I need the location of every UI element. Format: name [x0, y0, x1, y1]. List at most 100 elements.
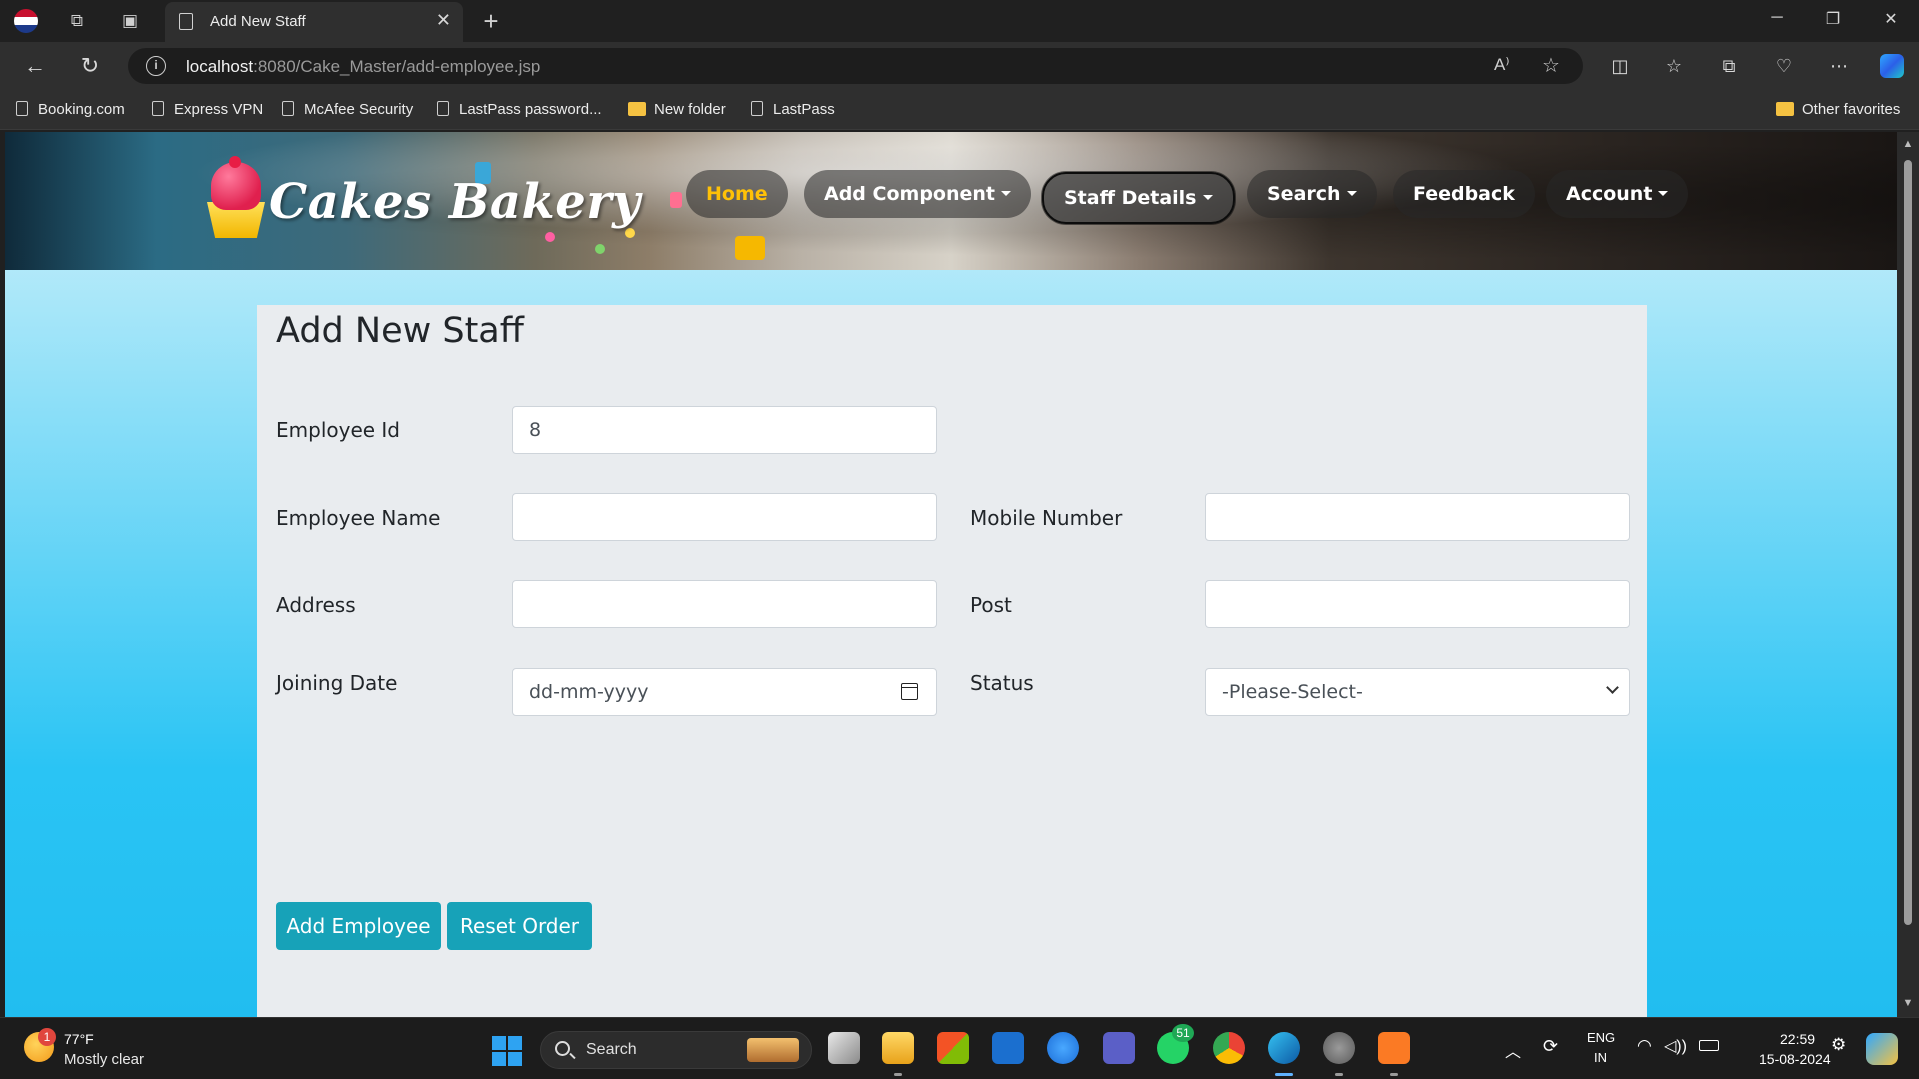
weather-temperature[interactable]: 77°F [64, 1031, 94, 1047]
mobile-number-label: Mobile Number [970, 506, 1123, 530]
profile-icon[interactable] [14, 9, 40, 33]
add-employee-button[interactable]: Add Employee [276, 902, 441, 950]
address-bar[interactable]: i localhost:8080/Cake_Master/add-employe… [128, 48, 1583, 84]
bookmark-new-folder[interactable]: New folder [628, 101, 726, 118]
browser-toolbar: ← ↻ i localhost:8080/Cake_Master/add-emp… [0, 42, 1919, 90]
nav-feedback-label: Feedback [1413, 183, 1515, 205]
teams-icon[interactable] [1103, 1032, 1135, 1064]
language-top[interactable]: ENG [1587, 1030, 1615, 1045]
weather-description[interactable]: Mostly clear [64, 1051, 144, 1068]
scroll-down-icon[interactable]: ▼ [1902, 997, 1914, 1009]
whatsapp-badge: 51 [1172, 1024, 1194, 1042]
status-selected-value: -Please-Select- [1222, 681, 1363, 703]
bookmark-booking[interactable]: Booking.com [16, 101, 125, 118]
active-indicator [1275, 1073, 1293, 1076]
myhp-icon[interactable] [992, 1032, 1024, 1064]
language-bottom[interactable]: IN [1594, 1050, 1607, 1065]
nav-add-component[interactable]: Add Component [804, 170, 1031, 218]
nav-staff-details[interactable]: Staff Details [1042, 172, 1235, 224]
browser-essentials-icon[interactable]: ♡ [1770, 53, 1798, 79]
calendar-icon[interactable] [901, 683, 918, 700]
notifications-icon[interactable]: ⚙ [1831, 1035, 1846, 1055]
scroll-up-icon[interactable]: ▲ [1902, 138, 1914, 150]
employee-name-input[interactable] [512, 493, 937, 541]
running-indicator [1390, 1073, 1398, 1076]
joining-date-input[interactable]: dd-mm-yyyy [512, 668, 937, 716]
settings-icon[interactable] [1323, 1032, 1355, 1064]
battery-icon[interactable] [1699, 1040, 1719, 1051]
mobile-number-input[interactable] [1205, 493, 1630, 541]
nav-account-label: Account [1566, 183, 1653, 205]
minimize-icon[interactable]: ─ [1762, 9, 1792, 27]
favorite-star-icon[interactable]: ☆ [1542, 53, 1560, 78]
chrome-icon[interactable] [1213, 1032, 1245, 1064]
sync-icon[interactable]: ⟳ [1543, 1036, 1558, 1057]
post-label: Post [970, 593, 1012, 617]
folder-icon [628, 102, 646, 116]
favorites-icon[interactable]: ☆ [1660, 53, 1688, 79]
bookmark-express-vpn[interactable]: Express VPN [152, 101, 263, 118]
caret-down-icon [1001, 191, 1011, 196]
nav-home[interactable]: Home [686, 170, 788, 218]
status-label: Status [970, 671, 1034, 695]
bookmark-mcafee[interactable]: McAfee Security [282, 101, 413, 118]
status-select[interactable]: -Please-Select- [1205, 668, 1630, 716]
scrollbar-thumb[interactable] [1904, 160, 1912, 925]
clock-date[interactable]: 15-08-2024 [1759, 1051, 1831, 1067]
windows-taskbar: 1 77°F Mostly clear Search 51 ︿ ⟳ ENG IN… [0, 1017, 1919, 1079]
split-screen-icon[interactable]: ◫ [1606, 53, 1634, 79]
site-info-icon[interactable]: i [146, 56, 166, 76]
xampp-icon[interactable] [1378, 1032, 1410, 1064]
bookmark-other-favorites[interactable]: Other favorites [1776, 101, 1900, 118]
file-explorer-icon[interactable] [882, 1032, 914, 1064]
address-input[interactable] [512, 580, 937, 628]
show-hidden-icons[interactable]: ︿ [1505, 1038, 1521, 1062]
close-tab-icon[interactable]: ✕ [436, 10, 451, 31]
page-icon [437, 101, 449, 116]
back-icon[interactable]: ← [20, 53, 50, 79]
bookmark-lastpass[interactable]: LastPass [751, 101, 835, 118]
collections-icon[interactable]: ⧉ [1715, 53, 1743, 79]
nav-feedback[interactable]: Feedback [1393, 170, 1535, 218]
task-view-icon[interactable] [828, 1032, 860, 1064]
clock-time[interactable]: 22:59 [1780, 1031, 1815, 1047]
copilot-icon[interactable] [1878, 53, 1906, 79]
restore-icon[interactable]: ❐ [1818, 9, 1848, 29]
search-highlight-image [747, 1038, 799, 1062]
microsoft-store-icon[interactable] [937, 1032, 969, 1064]
refresh-icon[interactable]: ↻ [75, 53, 105, 79]
tab-add-new-staff[interactable]: Add New Staff ✕ [165, 2, 463, 42]
running-indicator [894, 1073, 902, 1076]
get-help-icon[interactable] [1047, 1032, 1079, 1064]
nav-search[interactable]: Search [1247, 170, 1377, 218]
wifi-icon[interactable]: ◠ [1637, 1036, 1652, 1056]
nav-add-component-label: Add Component [824, 183, 995, 205]
url-text[interactable]: localhost:8080/Cake_Master/add-employee.… [186, 57, 540, 77]
copilot-taskbar-icon[interactable] [1866, 1033, 1898, 1065]
nav-account[interactable]: Account [1546, 170, 1689, 218]
caret-down-icon [1346, 191, 1357, 196]
bookmark-lastpass-password[interactable]: LastPass password... [437, 101, 602, 118]
read-aloud-icon[interactable]: A⁾ [1494, 55, 1510, 75]
joining-date-label: Joining Date [276, 671, 398, 695]
page-scrollbar[interactable]: ▲ ▼ [1897, 132, 1919, 1017]
close-window-icon[interactable]: ✕ [1876, 9, 1906, 29]
vertical-tabs-icon[interactable]: ▣ [117, 9, 143, 33]
page-icon [152, 101, 164, 116]
employee-name-label: Employee Name [276, 506, 441, 530]
post-input[interactable] [1205, 580, 1630, 628]
page-icon [751, 101, 763, 116]
page-icon [179, 13, 193, 30]
taskbar-search[interactable]: Search [540, 1031, 812, 1069]
employee-id-input[interactable]: 8 [512, 406, 937, 454]
start-windows-icon[interactable] [492, 1036, 522, 1066]
reset-order-button[interactable]: Reset Order [447, 902, 592, 950]
volume-icon[interactable]: ◁)) [1664, 1036, 1687, 1056]
more-options-icon[interactable]: ⋯ [1825, 53, 1853, 79]
new-tab-icon[interactable]: + [478, 8, 504, 34]
edge-icon[interactable] [1268, 1032, 1300, 1064]
page-title: Add New Staff [276, 311, 524, 351]
workspaces-icon[interactable]: ⧉ [64, 9, 90, 33]
nav-staff-details-label: Staff Details [1064, 187, 1197, 209]
sprinkle-decoration [545, 232, 555, 242]
